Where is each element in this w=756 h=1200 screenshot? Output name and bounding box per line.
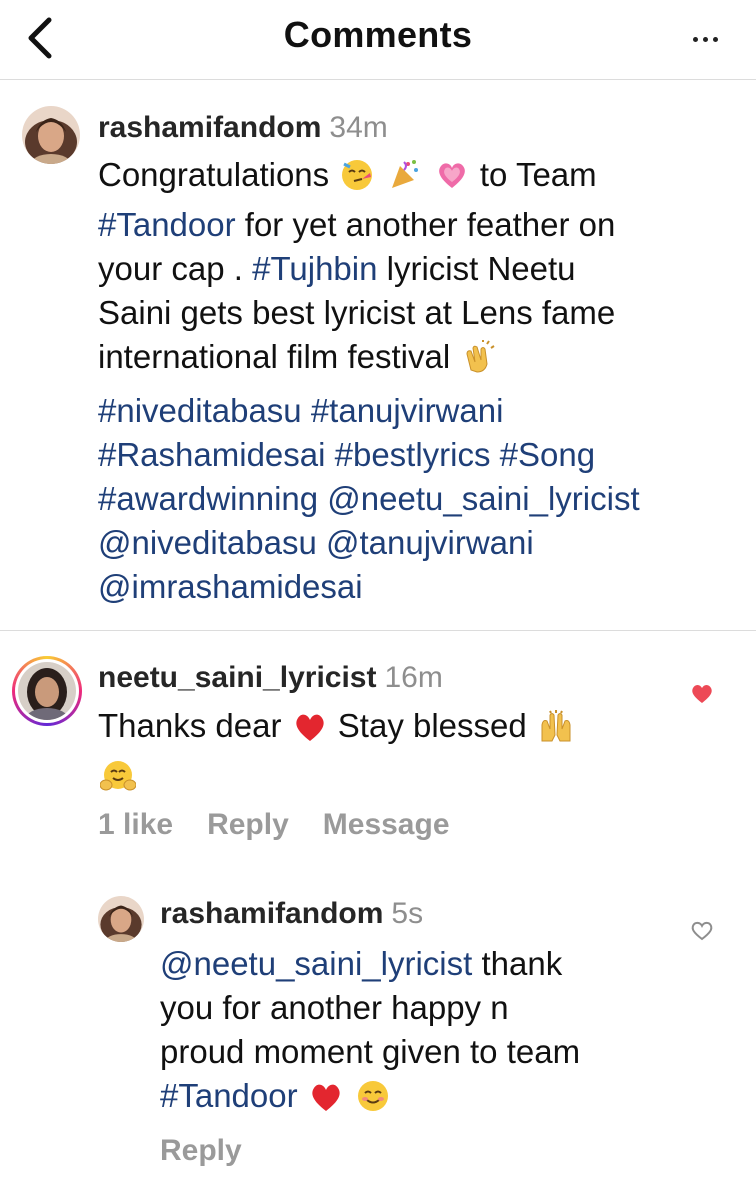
reply-actions: Reply — [160, 1134, 276, 1168]
page-title: Comments — [283, 14, 473, 55]
reply-text: @neetu_saini_lyricist thank you for anot… — [160, 942, 720, 1124]
more-dot — [712, 36, 718, 42]
partying-face-emoji-icon — [340, 158, 374, 203]
hashtag-line[interactable]: #Rashamidesai #bestlyrics #Song — [98, 433, 738, 477]
more-dot — [702, 36, 708, 42]
message-button[interactable]: Message — [323, 808, 450, 841]
avatar-image — [98, 896, 144, 942]
heart-outline-icon — [691, 921, 713, 941]
avatar-ring — [15, 659, 79, 723]
more-horizontal-icon — [692, 36, 698, 42]
mention-line[interactable]: @imrashamidesai — [98, 565, 738, 609]
caption-text-part: Congratulations — [98, 156, 330, 193]
reply-avatar[interactable] — [98, 896, 144, 942]
reply-text-part: thank — [481, 945, 563, 982]
caption-text-part: Saini gets best lyricist at Lens fame — [98, 294, 616, 331]
comment-text-part: Stay blessed — [337, 707, 527, 744]
comment-text: Thanks dear Stay blessed — [98, 704, 698, 804]
heart-filled-icon — [692, 685, 712, 703]
divider — [0, 630, 756, 631]
hashtag-link[interactable]: #Tandoor — [98, 206, 236, 243]
reply-text-part: you for another happy n — [160, 989, 509, 1026]
comment-username[interactable]: neetu_saini_lyricist — [98, 661, 376, 694]
hashtag-link[interactable]: #Tandoor — [160, 1077, 298, 1114]
caption-text-part: lyricist Neetu — [386, 250, 576, 287]
reply-button[interactable]: Reply — [160, 1134, 242, 1167]
caption-avatar[interactable] — [22, 106, 80, 164]
party-popper-emoji-icon — [388, 158, 422, 203]
mention-line[interactable]: @niveditabasu @tanujvirwani — [98, 521, 738, 565]
growing-heart-emoji-icon — [435, 158, 469, 203]
red-heart-emoji-icon — [309, 1080, 343, 1124]
more-options-button[interactable] — [682, 22, 728, 56]
red-heart-emoji-icon — [293, 710, 327, 754]
comment-actions: 1 like Reply Message — [98, 808, 484, 842]
caption-text-part: your cap . — [98, 250, 243, 287]
reply-button[interactable]: Reply — [207, 808, 289, 841]
comment-avatar[interactable] — [12, 656, 82, 726]
hugging-face-emoji-icon — [99, 759, 137, 804]
caption-time: 34m — [329, 111, 388, 144]
comment-time: 16m — [384, 661, 443, 694]
caption-text-part: to Team — [479, 156, 597, 193]
reply-text-part: proud moment given to team — [160, 1033, 581, 1070]
raising-hands-emoji-icon — [538, 709, 574, 754]
hashtag-line[interactable]: #niveditabasu #tanujvirwani — [98, 389, 738, 433]
caption-meta: rashamifandom 34m — [98, 111, 388, 145]
comment-meta: neetu_saini_lyricist 16m — [98, 661, 443, 695]
reply-meta: rashamifandom 5s — [160, 897, 423, 931]
top-bar: Comments — [0, 0, 756, 80]
caption-text-part: international film festival — [98, 338, 451, 375]
caption-username[interactable]: rashamifandom — [98, 111, 321, 144]
hashtag-line[interactable]: #awardwinning @neetu_saini_lyricist — [98, 477, 738, 521]
reply-username[interactable]: rashamifandom — [160, 897, 383, 930]
smiling-face-emoji-icon — [356, 1079, 390, 1124]
avatar-image — [22, 106, 80, 164]
clapping-hands-emoji-icon — [461, 340, 495, 385]
comment-text-part: Thanks dear — [98, 707, 282, 744]
caption-text: Congratulations to Team #Tandoor for yet… — [98, 153, 738, 609]
likes-count[interactable]: 1 like — [98, 808, 173, 841]
caption-text-part: for yet another feather on — [244, 206, 616, 243]
mention-link[interactable]: @neetu_saini_lyricist — [160, 945, 472, 982]
avatar-image — [18, 662, 76, 720]
reply-time: 5s — [391, 897, 424, 930]
hashtag-link[interactable]: #Tujhbin — [252, 250, 377, 287]
